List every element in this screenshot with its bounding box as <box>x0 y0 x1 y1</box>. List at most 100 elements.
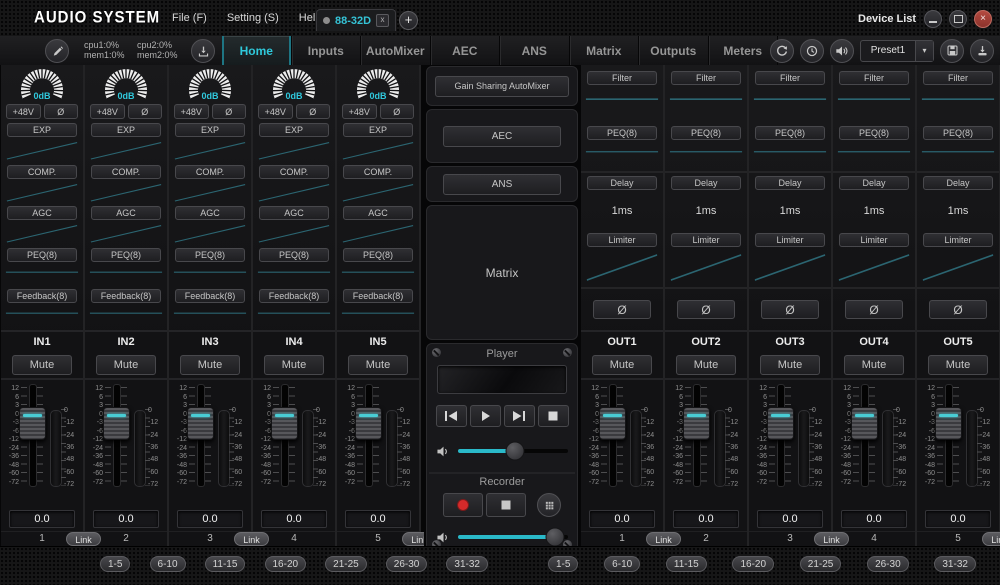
mute-button[interactable]: Mute <box>12 355 71 375</box>
peq-8-button[interactable]: PEQ(8) <box>839 126 909 140</box>
delay-button[interactable]: Delay <box>755 176 825 190</box>
feedback-8-button[interactable]: Feedback(8) <box>7 289 77 303</box>
minimize-button[interactable] <box>924 10 942 28</box>
history-button[interactable] <box>800 39 824 63</box>
add-device-tab-button[interactable]: + <box>399 11 418 30</box>
exp-button[interactable]: EXP <box>91 123 161 137</box>
tab-matrix[interactable]: Matrix <box>570 36 640 65</box>
fader-handle[interactable] <box>851 407 878 440</box>
fader-handle[interactable] <box>271 407 298 440</box>
tab-meters[interactable]: Meters <box>709 36 779 65</box>
exp-button[interactable]: EXP <box>259 123 329 137</box>
limiter-button[interactable]: Limiter <box>587 233 657 247</box>
fader-handle[interactable] <box>935 407 962 440</box>
delay-button[interactable]: Delay <box>587 176 657 190</box>
export-preset-button[interactable] <box>970 39 994 63</box>
feedback-8-button[interactable]: Feedback(8) <box>259 289 329 303</box>
phase-button[interactable]: Ø <box>929 300 986 319</box>
filter-button[interactable]: Filter <box>839 71 909 85</box>
gain-knob[interactable]: 0dB <box>1 67 83 101</box>
recorder-volume-knob[interactable] <box>545 528 564 547</box>
fader[interactable]: 12630-3-6-12-24-36-48-60-720-12-24-36-48… <box>749 380 831 507</box>
input-group-16-20[interactable]: 16-20 <box>265 556 307 572</box>
matrix-panel[interactable]: Matrix <box>426 205 578 340</box>
play-button[interactable] <box>470 405 501 427</box>
input-group-6-10[interactable]: 6-10 <box>150 556 186 572</box>
input-group-11-15[interactable]: 11-15 <box>205 556 246 572</box>
output-group-26-30[interactable]: 26-30 <box>867 556 909 572</box>
delay-button[interactable]: Delay <box>671 176 741 190</box>
phase-button[interactable]: Ø <box>677 300 734 319</box>
input-group-31-32[interactable]: 31-32 <box>446 556 488 572</box>
record-button[interactable] <box>443 493 483 517</box>
prev-track-button[interactable] <box>436 405 467 427</box>
recordings-list-button[interactable] <box>537 493 561 517</box>
recorder-volume-slider[interactable] <box>458 535 568 539</box>
mute-button[interactable]: Mute <box>348 355 407 375</box>
phantom-48v-button[interactable]: +48V <box>90 104 125 119</box>
mute-all-button[interactable] <box>830 39 854 63</box>
aec-button[interactable]: AEC <box>443 126 561 147</box>
ans-button[interactable]: ANS <box>443 174 561 195</box>
phantom-48v-button[interactable]: +48V <box>342 104 377 119</box>
device-tab-close-icon[interactable]: x <box>376 14 389 27</box>
refresh-button[interactable] <box>770 39 794 63</box>
agc-button[interactable]: AGC <box>91 206 161 220</box>
preset-select[interactable]: Preset1 ▾ <box>860 40 934 62</box>
device-list-label[interactable]: Device List <box>858 13 916 25</box>
mute-button[interactable]: Mute <box>592 355 651 375</box>
mute-button[interactable]: Mute <box>928 355 987 375</box>
phantom-48v-button[interactable]: +48V <box>258 104 293 119</box>
close-button[interactable]: × <box>974 10 992 28</box>
peq-8-button[interactable]: PEQ(8) <box>587 126 657 140</box>
fader-handle[interactable] <box>19 407 46 440</box>
link-button[interactable]: Link <box>982 532 1000 546</box>
phase-button[interactable]: Ø <box>593 300 650 319</box>
output-group-21-25[interactable]: 21-25 <box>800 556 842 572</box>
peq-8-button[interactable]: PEQ(8) <box>923 126 993 140</box>
fader[interactable]: 12630-3-6-12-24-36-48-60-720-12-24-36-48… <box>917 380 999 507</box>
fader[interactable]: 12630-3-6-12-24-36-48-60-720-12-24-36-48… <box>581 380 663 507</box>
tab-outputs[interactable]: Outputs <box>639 36 709 65</box>
link-button[interactable]: Link <box>66 532 101 546</box>
comp-button[interactable]: COMP. <box>343 165 413 179</box>
filter-button[interactable]: Filter <box>755 71 825 85</box>
fader[interactable]: 12630-3-6-12-24-36-48-60-720-12-24-36-48… <box>833 380 915 507</box>
input-group-21-25[interactable]: 21-25 <box>325 556 367 572</box>
peq-8-button[interactable]: PEQ(8) <box>755 126 825 140</box>
limiter-button[interactable]: Limiter <box>923 233 993 247</box>
gain-sharing-automixer-button[interactable]: Gain Sharing AutoMixer <box>435 76 569 97</box>
fader[interactable]: 12630-3-6-12-24-36-48-60-720-12-24-36-48… <box>1 380 83 507</box>
gain-readout[interactable]: 0.0 <box>673 510 739 528</box>
output-group-6-10[interactable]: 6-10 <box>604 556 640 572</box>
agc-button[interactable]: AGC <box>259 206 329 220</box>
mute-button[interactable]: Mute <box>676 355 735 375</box>
device-tab[interactable]: 88-32D x <box>316 9 396 31</box>
fader-handle[interactable] <box>683 407 710 440</box>
feedback-8-button[interactable]: Feedback(8) <box>175 289 245 303</box>
tab-automixer[interactable]: AutoMixer <box>361 36 431 65</box>
phase-button[interactable]: Ø <box>44 104 79 119</box>
mute-button[interactable]: Mute <box>844 355 903 375</box>
link-button[interactable]: Link <box>646 532 681 546</box>
input-group-26-30[interactable]: 26-30 <box>386 556 428 572</box>
output-group-16-20[interactable]: 16-20 <box>732 556 774 572</box>
fader[interactable]: 12630-3-6-12-24-36-48-60-720-12-24-36-48… <box>665 380 747 507</box>
gain-readout[interactable]: 0.0 <box>177 510 243 528</box>
record-stop-button[interactable] <box>486 493 526 517</box>
limiter-button[interactable]: Limiter <box>755 233 825 247</box>
tab-inputs[interactable]: Inputs <box>292 36 362 65</box>
exp-button[interactable]: EXP <box>175 123 245 137</box>
phantom-48v-button[interactable]: +48V <box>174 104 209 119</box>
mute-button[interactable]: Mute <box>760 355 819 375</box>
phantom-48v-button[interactable]: +48V <box>6 104 41 119</box>
phase-button[interactable]: Ø <box>128 104 163 119</box>
link-button[interactable]: Link <box>814 532 849 546</box>
edit-button[interactable] <box>45 39 69 63</box>
gain-readout[interactable]: 0.0 <box>841 510 907 528</box>
gain-readout[interactable]: 0.0 <box>93 510 159 528</box>
fader-handle[interactable] <box>599 407 626 440</box>
output-group-11-15[interactable]: 11-15 <box>666 556 707 572</box>
fader[interactable]: 12630-3-6-12-24-36-48-60-720-12-24-36-48… <box>253 380 335 507</box>
feedback-8-button[interactable]: Feedback(8) <box>91 289 161 303</box>
